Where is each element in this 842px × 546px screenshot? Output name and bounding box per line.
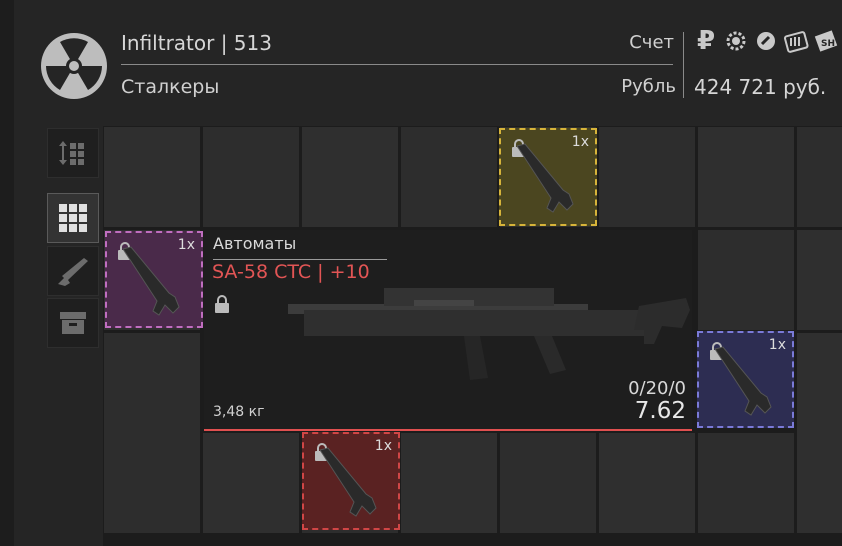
grid-cell[interactable] — [401, 127, 497, 227]
inventory-item-rifle-rare[interactable]: 1x — [697, 331, 794, 428]
left-edge-panel — [0, 0, 14, 546]
weapon-category: Автоматы — [213, 234, 297, 253]
ammo-counter: 0/20/0 — [628, 378, 686, 399]
inventory-grid-tab[interactable] — [47, 193, 99, 243]
currency-selector: ₽ SH — [693, 26, 839, 56]
weapons-tab[interactable] — [47, 246, 99, 296]
header-vertical-divider — [683, 32, 684, 98]
grid-cell[interactable] — [203, 127, 299, 227]
inventory-item-rifle-epic[interactable]: 1x — [105, 231, 203, 328]
sh-voucher-icon[interactable]: SH — [813, 28, 839, 54]
grid-cell[interactable] — [698, 230, 794, 330]
player-name: Infiltrator | 513 — [121, 31, 272, 55]
faction-name: Сталкеры — [121, 76, 220, 98]
grid-icon — [59, 204, 87, 232]
balance-value: 424 721 руб. — [694, 75, 827, 99]
grid-cell[interactable] — [698, 433, 794, 533]
sort-icon — [59, 141, 84, 165]
storage-tab[interactable] — [47, 298, 99, 348]
account-label: Счет — [629, 32, 674, 53]
ammo-icon[interactable] — [783, 28, 809, 54]
ruble-icon[interactable]: ₽ — [693, 26, 719, 56]
grid-cell[interactable] — [302, 127, 398, 227]
weapon-weight: 3,48 кг — [213, 404, 265, 420]
grid-cell[interactable] — [599, 127, 695, 227]
rifle-icon — [58, 258, 88, 286]
radiation-faction-icon — [41, 33, 107, 99]
header-divider — [121, 64, 673, 65]
lock-icon — [215, 295, 229, 313]
grid-cell[interactable] — [203, 433, 299, 533]
rifle-icon — [122, 246, 180, 316]
grid-cell[interactable] — [797, 127, 842, 227]
grid-cell[interactable] — [797, 333, 842, 433]
grid-cell[interactable] — [797, 230, 842, 330]
inventory-item-rifle-legendary[interactable]: 1x — [499, 128, 597, 226]
box-icon — [60, 312, 86, 334]
selected-weapon-card[interactable]: Автоматы SA-58 CTC | +10 3,48 кг 0/20/0 … — [204, 230, 692, 431]
ammo-caliber: 7.62 — [634, 398, 686, 424]
grid-cell[interactable] — [599, 433, 695, 533]
rifle-icon — [319, 447, 377, 517]
rifle-icon — [516, 143, 574, 213]
grid-cell[interactable] — [104, 433, 200, 533]
sort-tab[interactable] — [47, 128, 99, 178]
gear-coin-icon[interactable] — [723, 28, 749, 54]
inventory-item-rifle-exceptional[interactable]: 1x — [302, 432, 400, 530]
grid-cell[interactable] — [104, 127, 200, 227]
grid-cell[interactable] — [698, 127, 794, 227]
grid-cell[interactable] — [797, 433, 842, 533]
sa58-rifle-icon — [288, 288, 690, 380]
grid-cell[interactable] — [500, 433, 596, 533]
grid-cell[interactable] — [401, 433, 497, 533]
bolt-coin-icon[interactable] — [753, 28, 779, 54]
category-underline — [213, 259, 387, 260]
currency-label: Рубль — [621, 76, 676, 97]
svg-text:SH: SH — [821, 39, 835, 49]
grid-cell[interactable] — [104, 333, 200, 433]
rifle-icon — [714, 346, 772, 416]
